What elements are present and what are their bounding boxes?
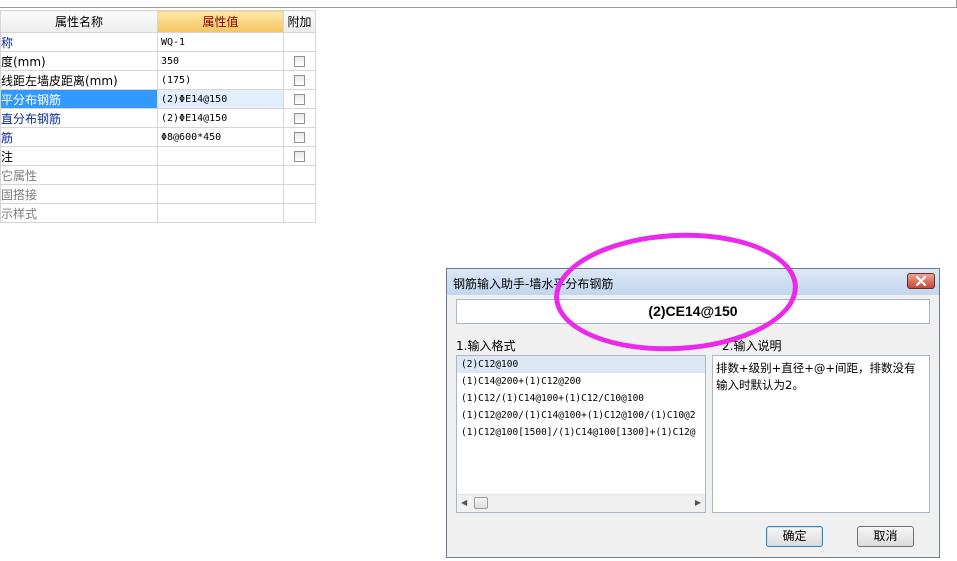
format-item[interactable]: (2)C12@100 — [457, 356, 705, 373]
top-border — [0, 0, 957, 8]
property-name[interactable]: 称 — [0, 32, 158, 52]
close-icon — [915, 276, 927, 286]
cancel-button[interactable]: 取消 — [857, 526, 914, 547]
header-property-name[interactable]: 属性名称 — [0, 10, 158, 33]
format-label: 1.输入格式 — [456, 339, 516, 353]
property-name[interactable]: 度(mm) — [0, 51, 158, 71]
property-row[interactable]: 线距左墙皮距离(mm) (175) — [0, 70, 316, 90]
dialog-title: 钢筋输入助手-墙水平分布钢筋 — [453, 277, 614, 291]
extra-checkbox[interactable] — [294, 132, 305, 143]
property-value[interactable] — [157, 146, 284, 166]
scroll-thumb[interactable] — [474, 497, 488, 509]
property-value — [157, 184, 284, 204]
rebar-input-dialog: 钢筋输入助手-墙水平分布钢筋 (2)CE14@150 1.输入格式 2.输入说明… — [446, 268, 940, 558]
extra-checkbox[interactable] — [294, 151, 305, 162]
format-item[interactable]: (1)C14@200+(1)C12@200 — [457, 373, 705, 390]
property-name[interactable]: 筋 — [0, 127, 158, 147]
explanation-text: 排数+级别+直径+@+间距，排数没有输入时默认为2。 — [712, 355, 930, 513]
grid-header-row: 属性名称 属性值 附加 — [0, 10, 316, 33]
extra-checkbox[interactable] — [294, 113, 305, 124]
property-row[interactable]: 它属性 — [0, 165, 316, 185]
property-row[interactable]: 固搭接 — [0, 184, 316, 204]
extra-checkbox[interactable] — [294, 56, 305, 67]
property-group-name[interactable]: 它属性 — [0, 165, 158, 185]
property-row[interactable]: 度(mm) 350 — [0, 51, 316, 71]
property-row[interactable]: 直分布钢筋 (2)ΦE14@150 — [0, 108, 316, 128]
property-row-selected[interactable]: 平分布钢筋 (2)ΦE14@150 — [0, 89, 316, 109]
property-value[interactable]: (2)ΦE14@150 — [157, 89, 284, 109]
close-button[interactable] — [907, 273, 935, 289]
property-row[interactable]: 筋 Φ8@600*450 — [0, 127, 316, 147]
format-list[interactable]: (2)C12@100 (1)C14@200+(1)C12@200 (1)C12/… — [456, 355, 706, 513]
property-name[interactable]: 平分布钢筋 — [0, 89, 158, 109]
scroll-left-icon[interactable]: ◀ — [461, 498, 467, 507]
property-value[interactable]: 350 — [157, 51, 284, 71]
property-value — [157, 203, 284, 223]
extra-checkbox[interactable] — [294, 75, 305, 86]
rebar-value-input[interactable]: (2)CE14@150 — [456, 299, 930, 324]
property-row[interactable]: 示样式 — [0, 203, 316, 223]
property-name[interactable]: 直分布钢筋 — [0, 108, 158, 128]
scroll-right-icon[interactable]: ▶ — [695, 498, 701, 507]
property-row[interactable]: 注 — [0, 146, 316, 166]
property-value — [157, 165, 284, 185]
dialog-titlebar[interactable]: 钢筋输入助手-墙水平分布钢筋 — [447, 269, 939, 295]
format-item[interactable]: (1)C12@100[1500]/(1)C14@100[1300]+(1)C12… — [457, 424, 705, 441]
extra-checkbox[interactable] — [294, 94, 305, 105]
property-name[interactable]: 注 — [0, 146, 158, 166]
ok-button[interactable]: 确定 — [766, 526, 823, 547]
property-row[interactable]: 称 WQ-1 — [0, 32, 316, 52]
property-grid: 属性名称 属性值 附加 称 WQ-1 度(mm) 350 线距左墙皮距离(mm)… — [0, 10, 316, 223]
property-group-name[interactable]: 固搭接 — [0, 184, 158, 204]
property-group-name[interactable]: 示样式 — [0, 203, 158, 223]
property-value[interactable]: Φ8@600*450 — [157, 127, 284, 147]
property-value[interactable]: WQ-1 — [157, 32, 284, 52]
explain-label: 2.输入说明 — [722, 339, 782, 353]
extra-cell — [283, 32, 316, 52]
format-item[interactable]: (1)C12/(1)C14@100+(1)C12/C10@100 — [457, 390, 705, 407]
property-value[interactable]: (2)ΦE14@150 — [157, 108, 284, 128]
property-name[interactable]: 线距左墙皮距离(mm) — [0, 70, 158, 90]
format-item[interactable]: (1)C12@200/(1)C14@100+(1)C12@100/(1)C10@… — [457, 407, 705, 424]
header-property-value[interactable]: 属性值 — [157, 10, 284, 33]
property-value[interactable]: (175) — [157, 70, 284, 90]
horizontal-scrollbar[interactable]: ◀ ▶ — [457, 494, 705, 512]
header-extra[interactable]: 附加 — [283, 10, 316, 33]
